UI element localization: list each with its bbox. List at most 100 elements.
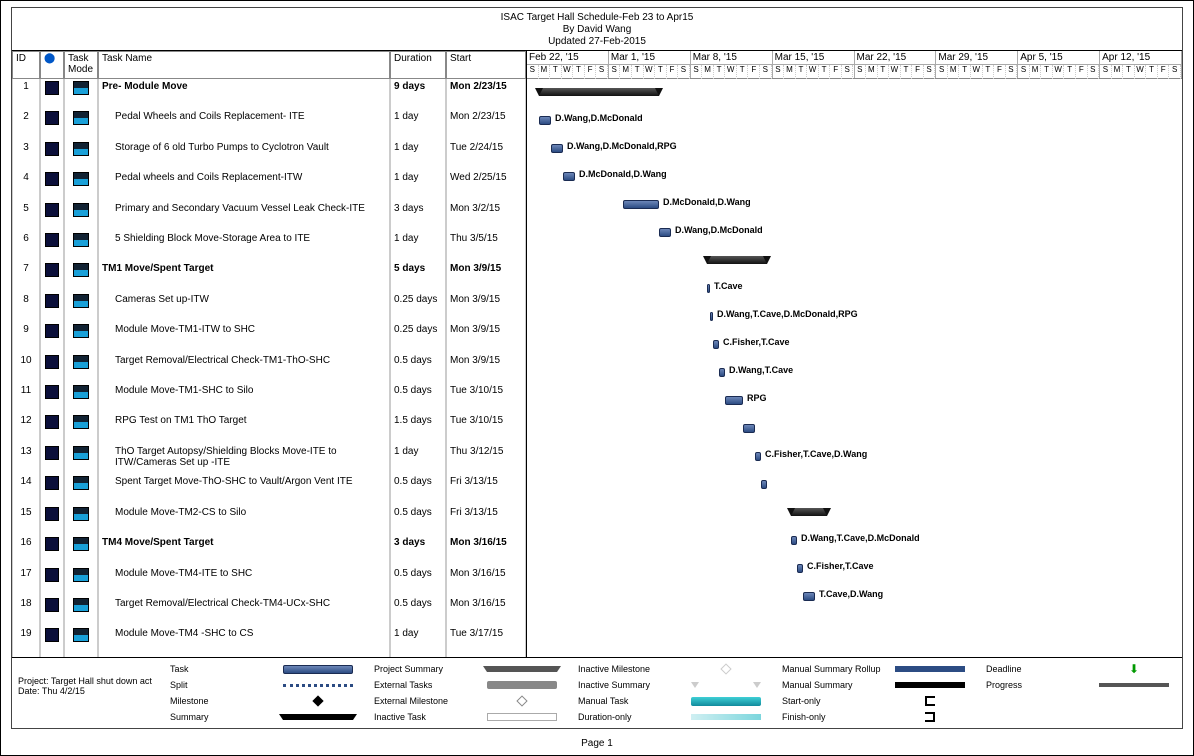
title-block: ISAC Target Hall Schedule-Feb 23 to Apr1…	[12, 8, 1182, 51]
task-table: ID ⬤ Task Mode Task Name Duration Start …	[12, 51, 527, 657]
legend-item: Start-only	[782, 694, 972, 708]
task-label: D.McDonald,D.Wang	[579, 169, 667, 179]
task-mode-icon	[73, 628, 89, 642]
task-mode-icon	[73, 172, 89, 186]
gantt-row	[527, 79, 1182, 107]
legend-item: Inactive Task	[374, 710, 564, 724]
task-mode-icon	[73, 385, 89, 399]
info-icon	[45, 324, 59, 338]
legend-item: External Milestone	[374, 694, 564, 708]
task-mode-icon	[73, 111, 89, 125]
gantt-row	[527, 247, 1182, 275]
week-column: Apr 5, '15SMTWTFS	[1018, 51, 1100, 78]
task-bar	[725, 396, 743, 405]
task-label: T.Cave	[714, 281, 743, 291]
task-label: D.Wang,D.McDonald	[675, 225, 763, 235]
legend-item: Manual Task	[578, 694, 768, 708]
info-icon	[45, 598, 59, 612]
legend-item: Manual Summary Rollup	[782, 662, 972, 676]
table-row: 13ThO Target Autopsy/Shielding Blocks Mo…	[12, 444, 526, 474]
task-bar	[659, 228, 671, 237]
gantt-row	[527, 499, 1182, 527]
col-id: ID	[12, 51, 40, 79]
legend-item: Finish-only	[782, 710, 972, 724]
task-bar	[539, 116, 551, 125]
page: ISAC Target Hall Schedule-Feb 23 to Apr1…	[0, 0, 1194, 756]
task-mode-icon	[73, 446, 89, 460]
gantt-row: D.Wang,T.Cave	[527, 359, 1182, 387]
info-icon	[45, 568, 59, 582]
info-icon	[45, 142, 59, 156]
legend-item: Deadline⬇	[986, 662, 1176, 676]
gantt-row: D.Wang,D.McDonald	[527, 107, 1182, 135]
info-icon	[45, 172, 59, 186]
info-icon	[45, 385, 59, 399]
task-label: C.Fisher,T.Cave,D.Wang	[765, 449, 867, 459]
info-icon	[45, 81, 59, 95]
table-row: 7TM1 Move/Spent Target5 daysMon 3/9/15	[12, 261, 526, 291]
table-row: 5Primary and Secondary Vacuum Vessel Lea…	[12, 201, 526, 231]
info-icon	[45, 537, 59, 551]
week-column: Apr 12, '15SMTWTFS	[1100, 51, 1182, 78]
task-mode-icon	[73, 507, 89, 521]
table-row: 18Target Removal/Electrical Check-TM4-UC…	[12, 596, 526, 626]
task-bar	[719, 368, 725, 377]
gantt-row: T.Cave	[527, 275, 1182, 303]
table-row: 65 Shielding Block Move-Storage Area to …	[12, 231, 526, 261]
task-bar	[755, 452, 761, 461]
legend-item: Milestone	[170, 694, 360, 708]
gantt-row: D.Wang,D.McDonald	[527, 219, 1182, 247]
task-bar	[551, 144, 563, 153]
table-row: 2Pedal Wheels and Coils Replacement- ITE…	[12, 109, 526, 139]
col-mode: Task Mode	[64, 51, 98, 79]
task-bar	[761, 480, 767, 489]
gantt-row: T.Cave,D.Wang	[527, 583, 1182, 611]
task-mode-icon	[73, 203, 89, 217]
table-row: 19Module Move-TM4 -SHC to CS1 dayTue 3/1…	[12, 626, 526, 657]
gantt-row: D.Wang,D.McDonald,RPG	[527, 135, 1182, 163]
task-label: D.Wang,T.Cave,D.McDonald,RPG	[717, 309, 858, 319]
week-column: Mar 15, '15SMTWTFS	[773, 51, 855, 78]
legend-item: Duration-only	[578, 710, 768, 724]
legend-item	[986, 694, 1176, 708]
gantt-chart: Feb 22, '15SMTWTFSMar 1, '15SMTWTFSMar 8…	[527, 51, 1182, 657]
info-icon	[45, 628, 59, 642]
task-label: RPG	[747, 393, 767, 403]
legend-item	[986, 710, 1176, 724]
task-mode-icon	[73, 598, 89, 612]
week-column: Mar 8, '15SMTWTFS	[691, 51, 773, 78]
gantt-row: D.McDonald,D.Wang	[527, 163, 1182, 191]
info-icon	[45, 263, 59, 277]
week-column: Mar 22, '15SMTWTFS	[855, 51, 937, 78]
table-row: 8Cameras Set up-ITW0.25 daysMon 3/9/15	[12, 292, 526, 322]
table-row: 10Target Removal/Electrical Check-TM1-Th…	[12, 353, 526, 383]
task-label: D.McDonald,D.Wang	[663, 197, 751, 207]
info-icon	[45, 415, 59, 429]
table-row: 17Module Move-TM4-ITE to SHC0.5 daysMon …	[12, 566, 526, 596]
task-label: D.Wang,D.McDonald	[555, 113, 643, 123]
title: ISAC Target Hall Schedule-Feb 23 to Apr1…	[12, 12, 1182, 24]
task-mode-icon	[73, 263, 89, 277]
task-bar	[623, 200, 659, 209]
table-row: 16TM4 Move/Spent Target3 daysMon 3/16/15	[12, 535, 526, 565]
task-mode-icon	[73, 81, 89, 95]
legend-item: Inactive Milestone	[578, 662, 768, 676]
week-column: Feb 22, '15SMTWTFS	[527, 51, 609, 78]
summary-bar	[791, 508, 827, 516]
task-label: D.Wang,D.McDonald,RPG	[567, 141, 677, 151]
table-row: 1Pre- Module Move9 daysMon 2/23/15	[12, 79, 526, 109]
task-bar	[710, 312, 713, 321]
legend-item: Inactive Summary	[578, 678, 768, 692]
week-column: Mar 1, '15SMTWTFS	[609, 51, 691, 78]
gantt-row: RPG	[527, 387, 1182, 415]
legend-date: Date: Thu 4/2/15	[18, 686, 160, 696]
table-row: 14Spent Target Move-ThO-SHC to Vault/Arg…	[12, 474, 526, 504]
legend-item: Summary	[170, 710, 360, 724]
content: ID ⬤ Task Mode Task Name Duration Start …	[12, 51, 1182, 657]
legend-project: Project: Target Hall shut down act	[18, 676, 160, 686]
info-icon	[45, 294, 59, 308]
info-icon	[45, 446, 59, 460]
table-row: 3Storage of 6 old Turbo Pumps to Cyclotr…	[12, 140, 526, 170]
legend-item: Task	[170, 662, 360, 676]
task-bar	[563, 172, 575, 181]
